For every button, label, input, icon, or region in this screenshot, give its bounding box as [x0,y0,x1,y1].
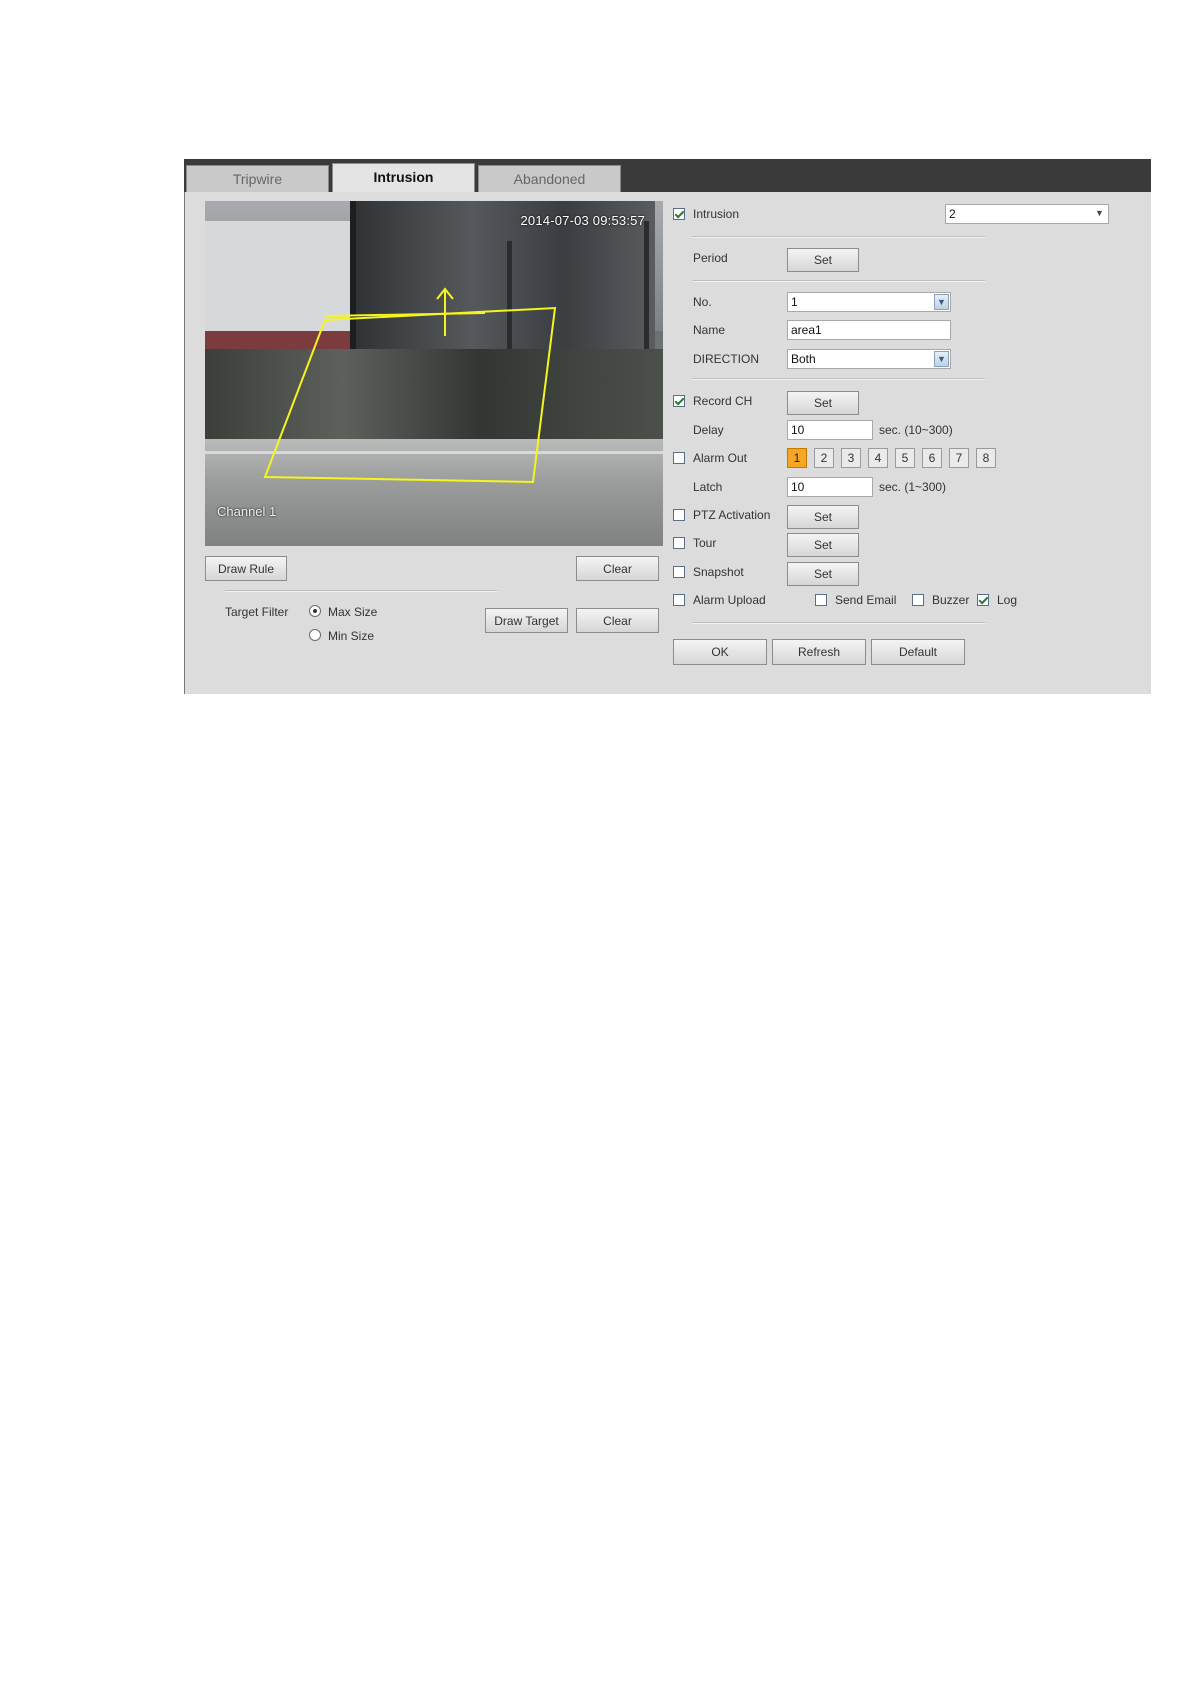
buzzer-label: Buzzer [932,593,970,607]
clear-rule-button[interactable]: Clear [576,556,659,581]
alarm-upload-checkbox[interactable] [673,594,685,606]
latch-label: Latch [693,480,723,494]
direction-value: Both [791,352,816,366]
min-size-label: Min Size [328,629,375,643]
divider [693,622,985,624]
tab-abandoned[interactable]: Abandoned [478,165,621,192]
intrusion-label: Intrusion [693,207,740,221]
rule-name-label: Name [693,323,726,337]
chevron-down-icon: ▼ [934,351,949,367]
tour-set-button[interactable]: Set [787,533,859,557]
alarm-out-channel-5[interactable]: 5 [895,448,915,468]
chevron-down-icon: ▼ [934,294,949,310]
target-filter-label: Target Filter [225,605,289,619]
alarm-out-channel-1[interactable]: 1 [787,448,807,468]
tab-tripwire[interactable]: Tripwire [186,165,329,192]
ptz-set-button[interactable]: Set [787,505,859,529]
ptz-activation-checkbox[interactable] [673,509,685,521]
intrusion-area-polygon [263,306,557,484]
video-channel-label: Channel 1 [217,504,277,519]
buzzer-checkbox[interactable] [912,594,924,606]
snapshot-set-button[interactable]: Set [787,562,859,586]
chevron-down-icon: ▼ [1095,208,1104,218]
intrusion-channel-select[interactable]: 2 ▼ [945,204,1109,224]
divider [693,280,985,282]
divider [693,378,985,380]
divider [225,590,497,592]
direction-select[interactable]: Both ▼ [787,349,951,369]
alarm-out-channel-7[interactable]: 7 [949,448,969,468]
max-size-radio[interactable] [309,605,321,617]
snapshot-label: Snapshot [693,565,744,579]
video-timestamp: 2014-07-03 09:53:57 [520,213,645,228]
tour-checkbox[interactable] [673,537,685,549]
alarm-out-channels: 1 2 3 4 5 6 7 8 [787,448,1007,468]
rule-name-input[interactable] [787,320,951,340]
tab-bar: Tripwire Intrusion Abandoned [184,159,1151,192]
draw-target-button[interactable]: Draw Target [485,608,568,633]
intrusion-channel-value: 2 [949,207,956,221]
alarm-out-channel-3[interactable]: 3 [841,448,861,468]
alarm-out-checkbox[interactable] [673,452,685,464]
alarm-out-channel-2[interactable]: 2 [814,448,834,468]
refresh-button[interactable]: Refresh [772,639,866,665]
send-email-checkbox[interactable] [815,594,827,606]
video-preview[interactable]: 2014-07-03 09:53:57 Channel 1 [205,201,663,546]
rule-number-value: 1 [791,295,798,309]
period-set-button[interactable]: Set [787,248,859,272]
default-button[interactable]: Default [871,639,965,665]
intrusion-enable-checkbox[interactable] [673,208,685,220]
ptz-activation-label: PTZ Activation [693,508,771,522]
send-email-label: Send Email [835,593,897,607]
latch-unit: sec. (1~300) [879,480,947,494]
delay-label: Delay [693,423,724,437]
record-ch-set-button[interactable]: Set [787,391,859,415]
intrusion-config-window: Tripwire Intrusion Abandoned 2014-07-03 … [184,159,1151,694]
divider [693,236,985,238]
tab-intrusion[interactable]: Intrusion [332,163,475,192]
alarm-out-channel-8[interactable]: 8 [976,448,996,468]
log-checkbox[interactable] [977,594,989,606]
direction-label: DIRECTION [693,352,759,366]
delay-unit: sec. (10~300) [879,423,953,437]
delay-input[interactable] [787,420,873,440]
record-ch-checkbox[interactable] [673,395,685,407]
draw-rule-button[interactable]: Draw Rule [205,556,287,581]
period-label: Period [693,251,728,265]
rule-number-label: No. [693,295,712,309]
ok-button[interactable]: OK [673,639,767,665]
snapshot-checkbox[interactable] [673,566,685,578]
alarm-out-channel-4[interactable]: 4 [868,448,888,468]
alarm-upload-label: Alarm Upload [693,593,766,607]
alarm-out-label: Alarm Out [693,451,748,465]
intrusion-rule-overlay [263,287,557,484]
clear-target-button[interactable]: Clear [576,608,659,633]
min-size-radio[interactable] [309,629,321,641]
rule-number-select[interactable]: 1 ▼ [787,292,951,312]
tour-label: Tour [693,536,717,550]
log-label: Log [997,593,1018,607]
max-size-label: Max Size [328,605,378,619]
record-ch-label: Record CH [693,394,753,408]
tab-content: 2014-07-03 09:53:57 Channel 1 Draw Rule … [184,192,1151,694]
latch-input[interactable] [787,477,873,497]
alarm-out-channel-6[interactable]: 6 [922,448,942,468]
